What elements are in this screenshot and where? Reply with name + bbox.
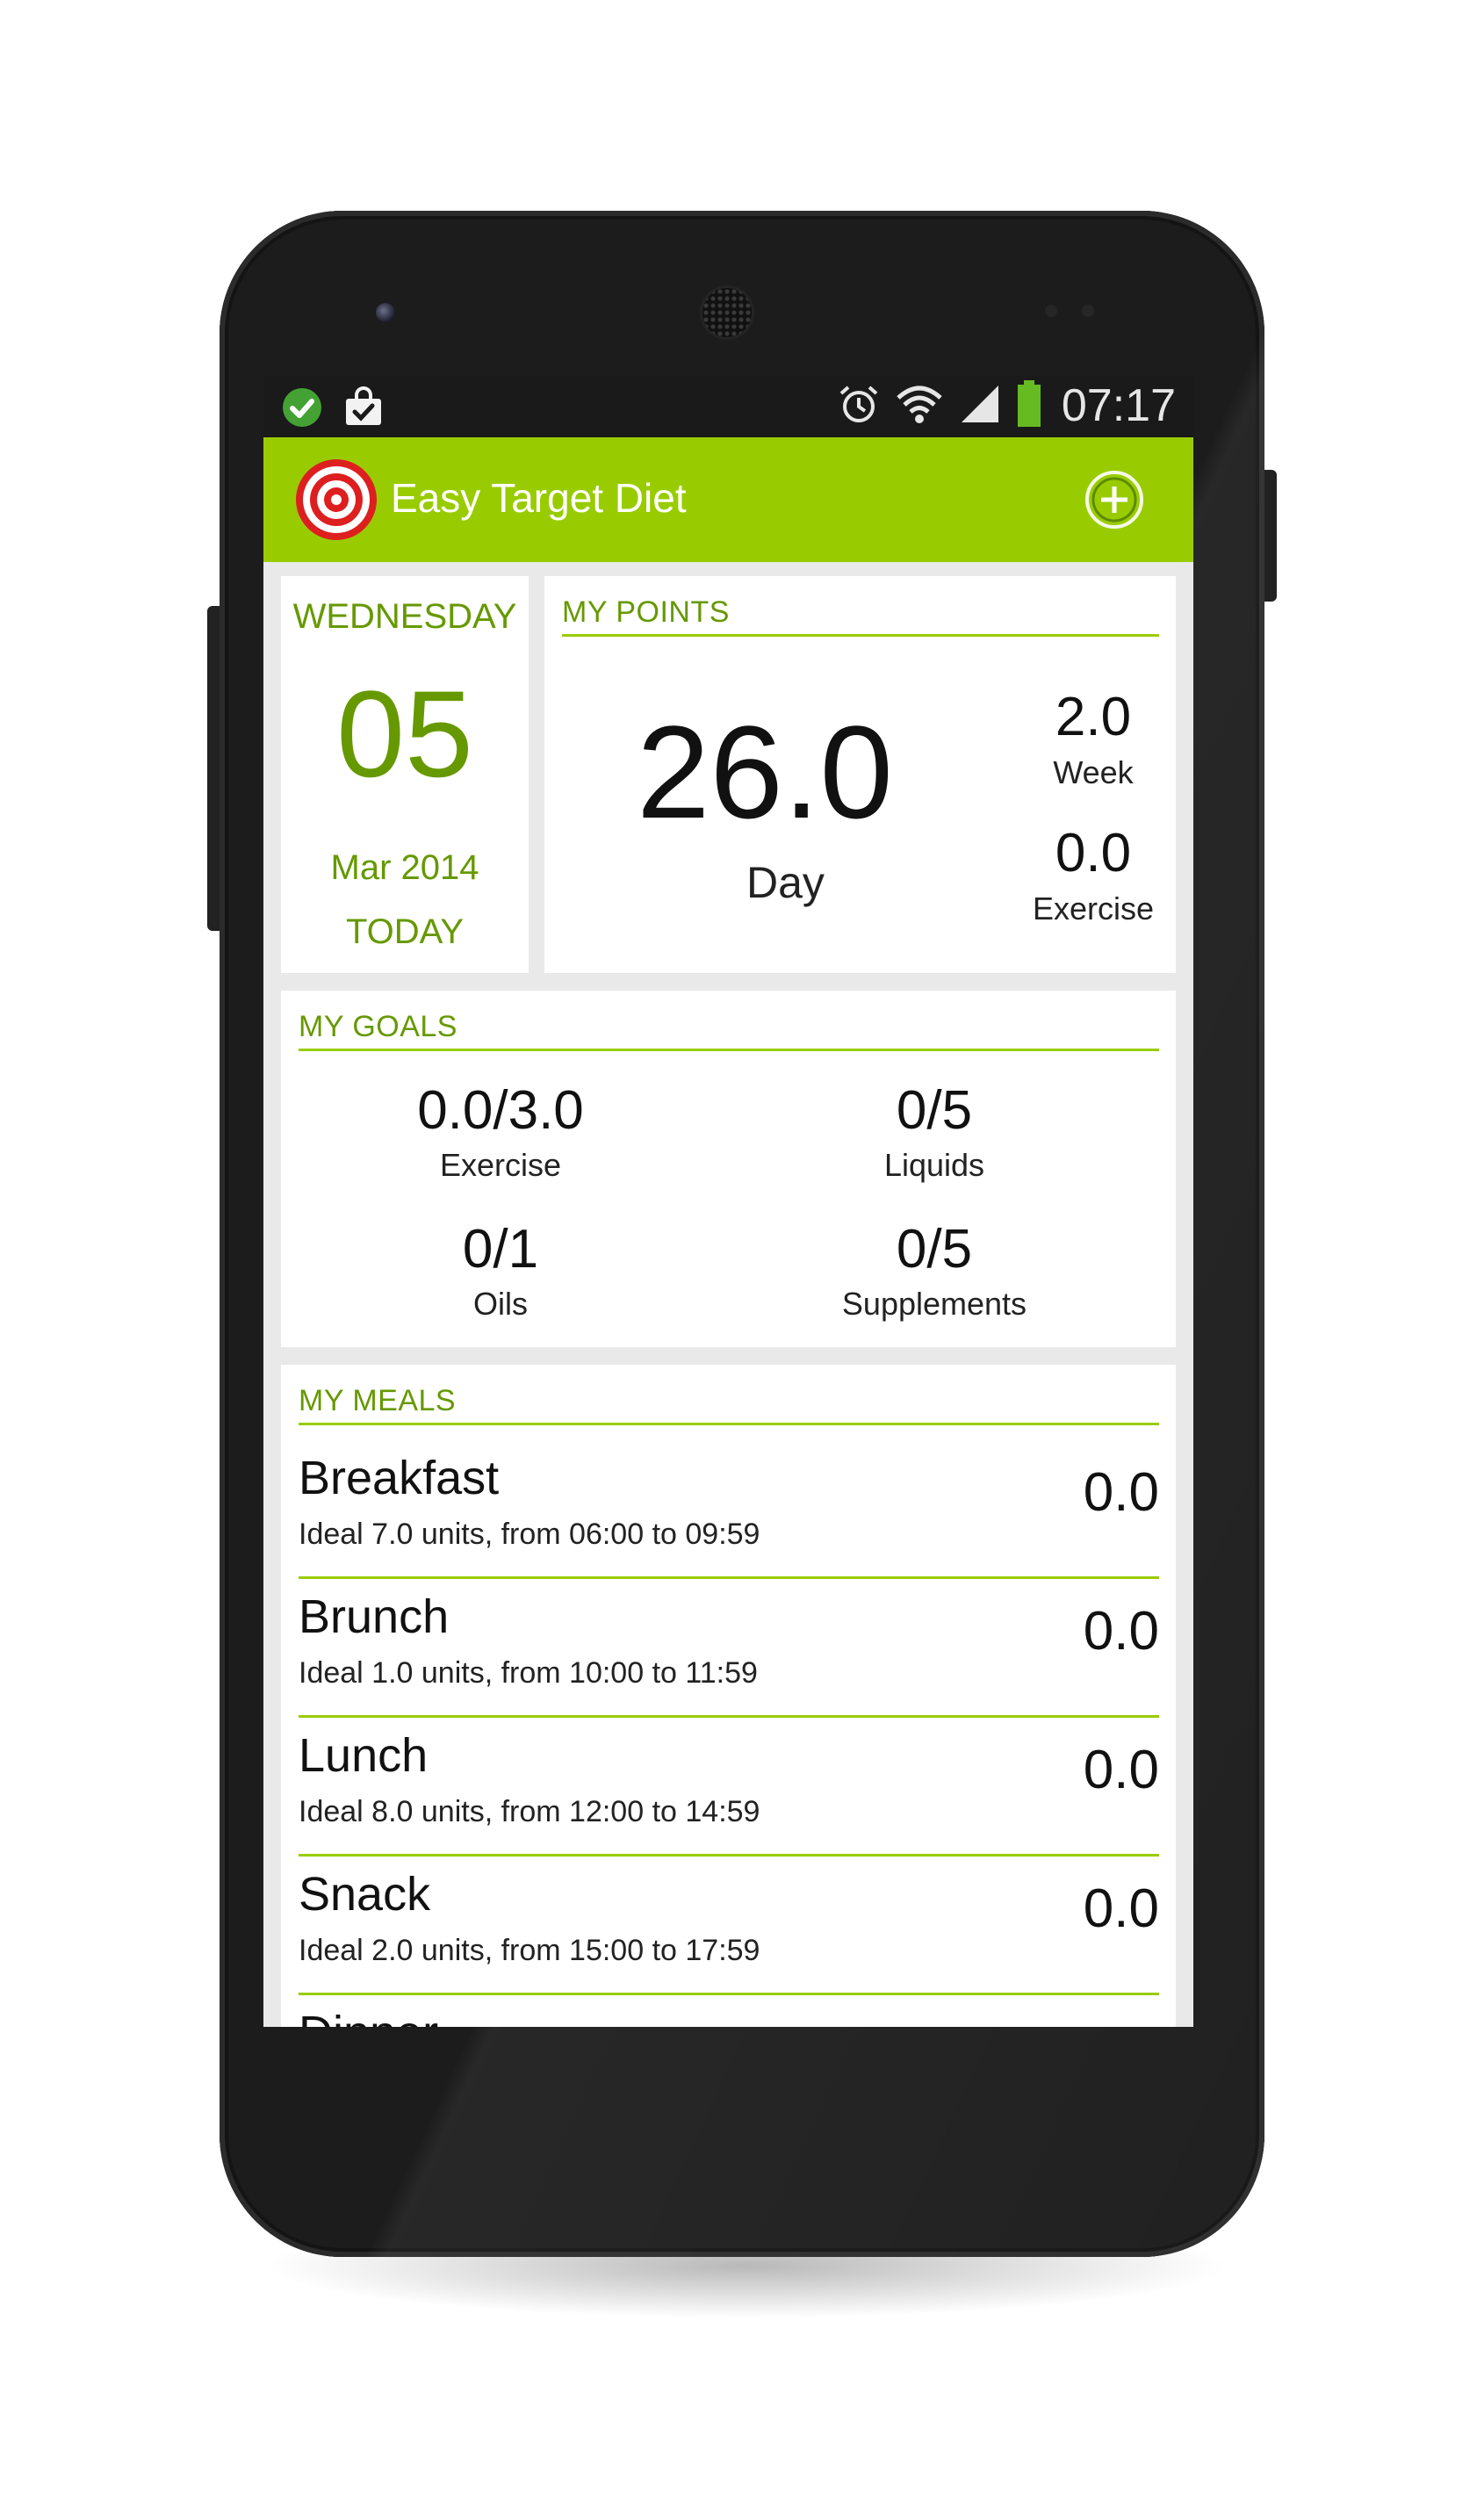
day-points-label: Day xyxy=(746,858,825,907)
meals-divider xyxy=(299,1423,1159,1425)
goal-label: Supplements xyxy=(841,1286,1027,1323)
screen: 07:17 Easy Target Diet WEDNESDAY 05 Mar … xyxy=(263,376,1193,2027)
dashboard-content: WEDNESDAY 05 Mar 2014 TODAY MY POINTS 26… xyxy=(263,562,1193,2027)
meal-snack[interactable]: Snack Ideal 2.0 units, from 15:00 to 17:… xyxy=(299,1857,1159,1995)
meal-brunch[interactable]: Brunch Ideal 1.0 units, from 10:00 to 11… xyxy=(299,1579,1159,1718)
light-sensor xyxy=(1082,305,1094,317)
add-circle-icon[interactable] xyxy=(1084,469,1145,530)
clock: 07:17 xyxy=(1061,380,1176,431)
goals-card: MY GOALS 0.0/3.0 Exercise 0/5 Liquids 0/… xyxy=(281,991,1176,1347)
day-points-value: 26.0 xyxy=(637,698,893,846)
goals-header: MY GOALS xyxy=(299,1010,457,1043)
exercise-points-value: 0.0 xyxy=(1055,823,1132,883)
meal-desc: Ideal 8.0 units, from 12:00 to 14:59 xyxy=(299,1795,760,1828)
points-divider xyxy=(562,634,1159,637)
meal-desc: Ideal 7.0 units, from 06:00 to 09:59 xyxy=(299,1518,760,1551)
goals-divider xyxy=(299,1049,1159,1051)
today-label: TODAY xyxy=(345,912,465,951)
goal-supplements[interactable]: 0/5 Supplements xyxy=(759,1217,1110,1323)
day-number: 05 xyxy=(336,665,473,803)
status-bar: 07:17 xyxy=(263,376,1193,437)
front-camera xyxy=(376,303,395,322)
signal-icon xyxy=(958,382,1002,430)
week-points-label: Week xyxy=(1053,754,1134,790)
goal-value: 0/5 xyxy=(896,1080,973,1141)
power-button xyxy=(1263,470,1277,602)
meal-name: Lunch xyxy=(299,1729,429,1782)
goal-liquids[interactable]: 0/5 Liquids xyxy=(759,1078,1110,1184)
action-bar: Easy Target Diet xyxy=(263,437,1193,562)
meal-points: 0.0 xyxy=(1083,1462,1159,1523)
meals-header: MY MEALS xyxy=(299,1384,457,1417)
meal-name: Breakfast xyxy=(299,1452,500,1504)
meal-name: Dinner xyxy=(299,2006,438,2027)
goal-value: 0.0/3.0 xyxy=(417,1080,584,1141)
target-logo-icon[interactable] xyxy=(295,458,378,541)
wifi-icon xyxy=(895,382,944,430)
week-points-value: 2.0 xyxy=(1055,687,1132,747)
meal-name: Brunch xyxy=(299,1590,450,1643)
meal-breakfast[interactable]: Breakfast Ideal 7.0 units, from 06:00 to… xyxy=(299,1440,1159,1579)
weekday-label: WEDNESDAY xyxy=(292,597,517,636)
meal-points: 0.0 xyxy=(1083,1601,1159,1662)
earpiece-speaker xyxy=(702,288,752,337)
date-card[interactable]: WEDNESDAY 05 Mar 2014 TODAY xyxy=(281,576,529,973)
points-card: MY POINTS 26.0 Day 2.0 Week 0.0 Exercise xyxy=(544,576,1176,973)
meal-dinner[interactable]: Dinner 0.0 xyxy=(299,1995,1159,2027)
goal-label: Liquids xyxy=(883,1147,985,1184)
goal-exercise[interactable]: 0.0/3.0 Exercise xyxy=(325,1078,676,1184)
goal-value: 0/1 xyxy=(462,1219,539,1280)
meal-desc: Ideal 1.0 units, from 10:00 to 11:59 xyxy=(299,1656,758,1690)
meal-desc: Ideal 2.0 units, from 15:00 to 17:59 xyxy=(299,1934,760,1967)
month-year-label: Mar 2014 xyxy=(330,848,479,887)
app-title: Easy Target Diet xyxy=(391,475,687,521)
battery-icon xyxy=(1016,379,1042,432)
shopping-bag-icon xyxy=(342,386,385,433)
alarm-icon xyxy=(837,382,881,430)
meal-points: 0.0 xyxy=(1083,1878,1159,1939)
meal-points: 0.0 xyxy=(1084,2016,1159,2027)
meal-lunch[interactable]: Lunch Ideal 8.0 units, from 12:00 to 14:… xyxy=(299,1718,1159,1857)
goal-label: Oils xyxy=(473,1286,528,1323)
proximity-sensor xyxy=(1045,305,1057,317)
meal-points: 0.0 xyxy=(1083,1740,1159,1800)
goal-oils[interactable]: 0/1 Oils xyxy=(325,1217,676,1323)
exercise-points-label: Exercise xyxy=(1032,890,1155,926)
check-circle-icon xyxy=(281,386,323,433)
goal-value: 0/5 xyxy=(896,1219,973,1280)
points-header: MY POINTS xyxy=(562,595,730,629)
meals-card: MY MEALS Breakfast Ideal 7.0 units, from… xyxy=(281,1365,1176,2027)
meal-name: Snack xyxy=(299,1868,431,1921)
goal-label: Exercise xyxy=(439,1147,562,1184)
